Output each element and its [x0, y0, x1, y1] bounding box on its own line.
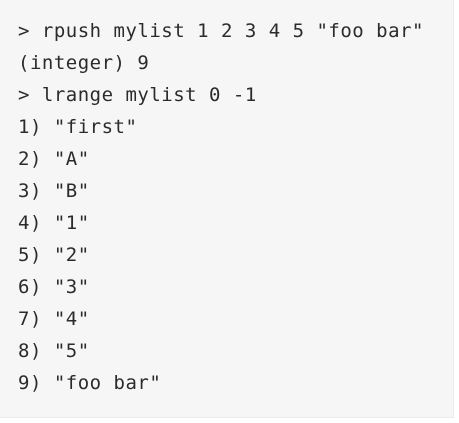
list-item: 7) "4" — [18, 308, 90, 330]
list-item: 2) "A" — [18, 148, 90, 170]
list-item: 1) "first" — [18, 116, 138, 138]
list-item: 8) "5" — [18, 340, 90, 362]
command-line-rpush: > rpush mylist 1 2 3 4 5 "foo bar" — [18, 20, 424, 42]
command-line-lrange: > lrange mylist 0 -1 — [18, 84, 257, 106]
terminal-output: > rpush mylist 1 2 3 4 5 "foo bar" (inte… — [0, 0, 454, 418]
list-item: 3) "B" — [18, 180, 90, 202]
list-item: 4) "1" — [18, 212, 90, 234]
list-item: 6) "3" — [18, 276, 90, 298]
list-item: 5) "2" — [18, 244, 90, 266]
output-integer-result: (integer) 9 — [18, 52, 150, 74]
list-item: 9) "foo bar" — [18, 372, 162, 394]
